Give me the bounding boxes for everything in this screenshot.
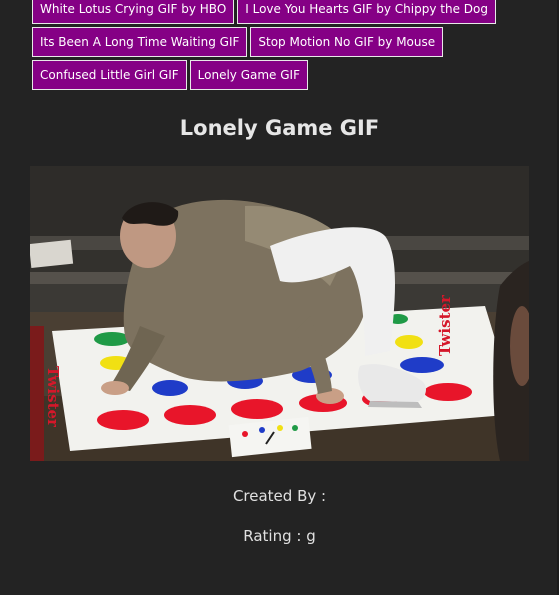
related-gif-tags: White Lotus Crying GIF by HBO I Love You… bbox=[32, 0, 532, 93]
rating: Rating : g bbox=[243, 527, 316, 545]
created-by: Created By : bbox=[232, 487, 327, 505]
tag-row: Confused Little Girl GIF Lonely Game GIF bbox=[32, 60, 532, 90]
tag-i-love-you-hearts[interactable]: I Love You Hearts GIF by Chippy the Dog bbox=[237, 0, 496, 24]
tag-row: White Lotus Crying GIF by HBO I Love You… bbox=[32, 0, 532, 24]
tag-lonely-game[interactable]: Lonely Game GIF bbox=[189, 60, 308, 90]
tag-long-time-waiting[interactable]: Its Been A Long Time Waiting GIF bbox=[32, 27, 248, 57]
gif-scene: Twister Twister bbox=[30, 166, 529, 461]
tag-row: Its Been A Long Time Waiting GIF Stop Mo… bbox=[32, 27, 532, 57]
tag-stop-motion-no[interactable]: Stop Motion No GIF by Mouse bbox=[250, 27, 444, 57]
tag-white-lotus-crying[interactable]: White Lotus Crying GIF by HBO bbox=[32, 0, 235, 24]
mat-text-right: Twister bbox=[436, 294, 454, 356]
gif-image[interactable]: Twister Twister bbox=[30, 166, 529, 461]
gif-title: Lonely Game GIF bbox=[179, 116, 380, 140]
tag-confused-little-girl[interactable]: Confused Little Girl GIF bbox=[32, 60, 187, 90]
page: White Lotus Crying GIF by HBO I Love You… bbox=[0, 0, 559, 595]
mat-text-left: Twister bbox=[44, 366, 62, 428]
